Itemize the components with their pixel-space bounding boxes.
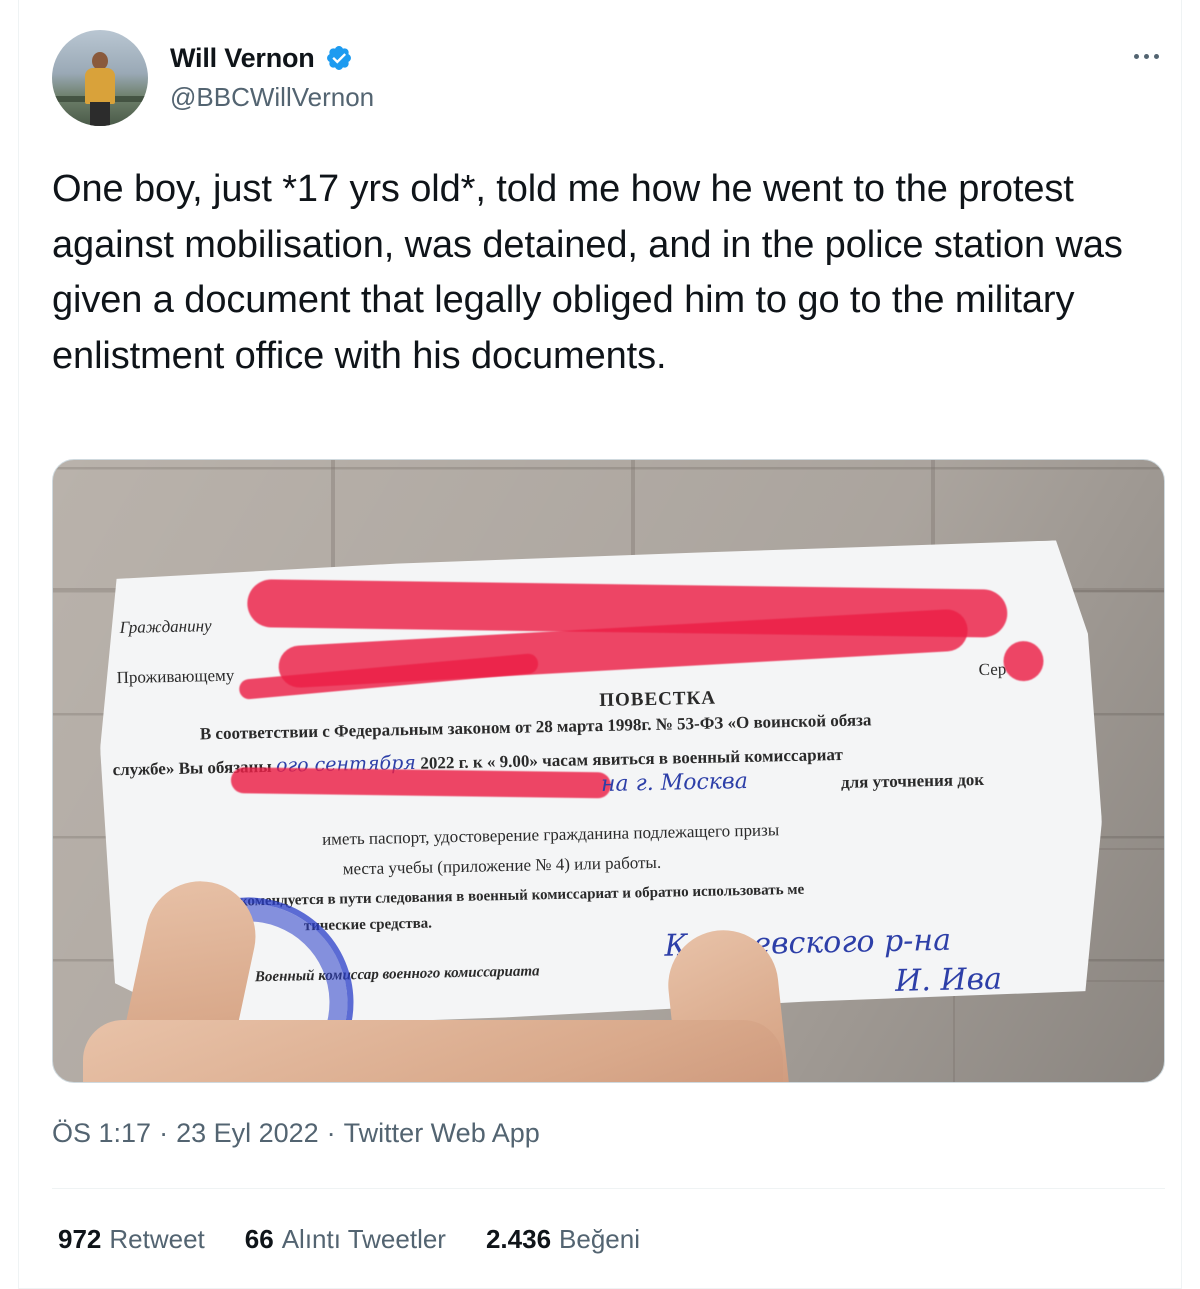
floor-tile [953,980,1164,1082]
doc-handwritten-district: на г. Москва [600,768,749,797]
doc-paragraph-5: места учебы (приложение № 4) или работы. [342,852,662,879]
retweet-label: Retweet [109,1224,205,1254]
tweet-time[interactable]: ÖS 1:17 [52,1118,151,1149]
quote-count-link[interactable]: 66 Alıntı Tweetler [245,1224,446,1255]
meta-separator: · [159,1118,169,1148]
avatar-person-legs [90,102,110,126]
doc-paragraph-2-end: 2022 г. к « 9.00» часам явиться в военны… [420,744,844,773]
doc-title: ПОВЕСТКА [599,687,717,712]
like-label: Beğeni [559,1224,641,1254]
doc-handwritten-signature-name: И. Ива [894,961,1003,999]
doc-paragraph-4: иметь паспорт, удостоверение гражданина … [321,820,780,849]
doc-paragraph-6: Рекомендуется в пути следования в военны… [223,881,805,910]
tweet-date[interactable]: 23 Eyl 2022 [176,1118,319,1149]
redaction-mark [231,767,611,798]
tweet-source[interactable]: Twitter Web App [344,1118,540,1149]
doc-paragraph-3: для уточнения док [840,769,985,792]
doc-citizen-label: Гражданину [119,616,212,638]
doc-paragraph-1: В соответствии с Федеральным законом от … [199,710,872,744]
redaction-mark [1003,641,1044,682]
hand-palm [83,1020,783,1082]
tweet-text: One boy, just *17 yrs old*, told me how … [52,168,1123,377]
divider [52,1188,1165,1189]
author-name-row: Will Vernon [170,40,353,76]
tweet-photo[interactable]: Гражданину Проживающему Сер ПОВЕСТКА В с… [52,459,1165,1083]
verified-badge-icon [326,46,351,70]
tweet-stats: 972 Retweet 66 Alıntı Tweetler 2.436 Beğ… [58,1224,640,1255]
like-count-link[interactable]: 2.436 Beğeni [486,1224,640,1255]
avatar[interactable] [52,30,148,126]
more-options-icon[interactable] [1128,46,1164,66]
tweet-meta: ÖS 1:17 · 23 Eyl 2022 · Twitter Web App [52,1118,540,1149]
like-count: 2.436 [485,1224,552,1254]
quote-label: Alıntı Tweetler [281,1224,446,1254]
avatar-person-body [85,68,115,104]
retweet-count-link[interactable]: 972 Retweet [58,1224,205,1255]
retweet-count: 972 [58,1224,102,1254]
doc-resident-label: Проживающему [116,665,235,688]
meta-separator: · [326,1118,336,1148]
doc-corner-label: Сер [978,659,1007,680]
author-display-name[interactable]: Will Vernon [170,43,315,74]
author-handle[interactable]: @BBCWillVernon [170,82,374,113]
quote-count: 66 [244,1224,274,1254]
